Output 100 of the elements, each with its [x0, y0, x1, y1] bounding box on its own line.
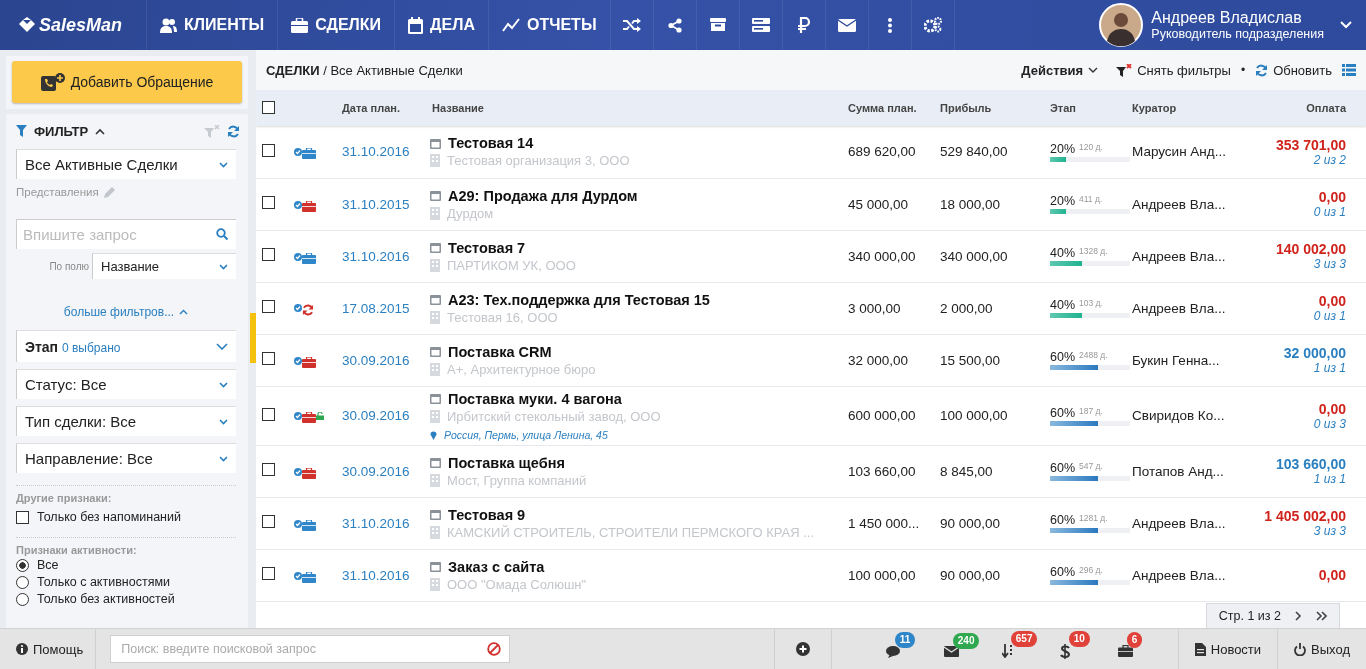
add-icon[interactable] — [795, 642, 810, 656]
column-header[interactable]: Сумма план. — [838, 90, 930, 126]
add-request-button[interactable]: Добавить Обращение — [12, 61, 242, 103]
count-badge: 11 — [894, 631, 916, 648]
calendar-icon — [430, 190, 441, 201]
building-icon — [430, 310, 440, 324]
refresh-icon[interactable] — [227, 124, 240, 138]
chat-icon[interactable] — [885, 644, 901, 658]
row-checkbox[interactable] — [262, 143, 275, 157]
column-header[interactable]: Куратор — [1122, 90, 1240, 126]
filter-select[interactable]: Направление: Все — [16, 443, 236, 473]
section-label: Признаки активности: — [16, 537, 236, 556]
avatar-icon[interactable] — [1099, 3, 1144, 47]
check-icon — [294, 571, 302, 580]
date-link[interactable]: 30.09.2016 — [342, 408, 410, 423]
building-icon — [430, 258, 440, 272]
deal-title[interactable]: А29: Продажа для Дурдом — [448, 187, 638, 204]
chevron-up-icon — [179, 309, 189, 315]
deal-title[interactable]: Тестовая 9 — [448, 506, 526, 523]
clear-icon[interactable] — [487, 642, 502, 656]
date-link[interactable]: 17.08.2015 — [342, 300, 410, 316]
check-icon — [294, 467, 302, 476]
deal-title[interactable]: Тестовая 14 — [448, 135, 534, 152]
date-link[interactable]: 31.10.2016 — [342, 144, 410, 160]
chevron-icon[interactable] — [95, 127, 106, 135]
clear-filters-button[interactable]: Снять фильтры — [1116, 62, 1231, 78]
deal-title[interactable]: Поставка щебня — [448, 454, 565, 471]
date-link[interactable]: 30.09.2016 — [342, 463, 410, 479]
deal-title[interactable]: Тестовая 7 — [448, 239, 526, 256]
building-icon — [430, 473, 440, 487]
next-page-icon[interactable] — [1295, 611, 1302, 621]
radio-option[interactable]: Только с активностями — [16, 574, 248, 590]
count-badge: 6 — [1126, 632, 1143, 648]
row-checkbox[interactable] — [262, 196, 275, 209]
company-name: Дурдом — [447, 205, 494, 221]
chevron-down-icon[interactable] — [1340, 21, 1352, 29]
dollar-icon[interactable] — [1059, 643, 1070, 659]
mail-icon[interactable] — [943, 645, 959, 657]
payment-amount: 0,00 — [1317, 189, 1346, 205]
date-link[interactable]: 31.10.2016 — [342, 248, 410, 264]
filter-select[interactable]: Тип сделки: Все — [16, 406, 236, 436]
news-button[interactable]: Новости — [1177, 629, 1278, 669]
logout-button[interactable]: Выход — [1277, 629, 1366, 669]
payments-count: 0 из 3 — [1312, 416, 1346, 431]
filter-select[interactable]: Статус: Все — [16, 369, 236, 399]
table-cell: Андреев Вла... — [1122, 282, 1240, 334]
building-icon — [430, 577, 440, 591]
deal-title[interactable]: Поставка CRM — [448, 343, 552, 360]
chevron-down-icon — [219, 418, 228, 425]
select-all-checkbox[interactable] — [262, 100, 275, 114]
date-link[interactable]: 31.10.2015 — [342, 196, 410, 212]
last-page-icon[interactable] — [1316, 611, 1327, 621]
days-count: 120 д. — [1079, 141, 1103, 152]
row-checkbox[interactable] — [262, 248, 275, 261]
deal-title[interactable]: Заказ с сайта — [448, 558, 545, 575]
column-header[interactable]: Этап — [1040, 90, 1122, 126]
checkbox-option[interactable]: Только без напоминаний — [16, 509, 248, 525]
scrollbar-thumb[interactable] — [250, 313, 256, 363]
calendar-icon — [430, 509, 441, 520]
date-link[interactable]: 31.10.2016 — [342, 567, 410, 583]
more-filters-link[interactable]: больше фильтров... — [16, 303, 236, 321]
deal-title[interactable]: Поставка муки. 4 вагона — [448, 390, 622, 407]
briefcase-icon[interactable] — [1117, 645, 1133, 657]
stage-select[interactable]: Этап 0 выбрано — [16, 330, 236, 362]
list-view-icon[interactable] — [1342, 64, 1356, 76]
radio-option[interactable]: Только без активностей — [16, 591, 248, 607]
sort-icon[interactable] — [1001, 644, 1015, 658]
payments-count: 2 из 2 — [1313, 152, 1346, 167]
row-checkbox[interactable] — [262, 300, 275, 313]
address: Россия, Пермь, улица Ленина, 45 — [444, 428, 608, 441]
views-select[interactable]: Все Активные Сделки — [16, 149, 236, 179]
row-checkbox[interactable] — [262, 407, 275, 421]
deal-title[interactable]: А23: Тех.поддержка для Тестовая 15 — [448, 291, 710, 308]
row-checkbox[interactable] — [262, 515, 275, 528]
help-button[interactable]: Помощь — [0, 629, 97, 669]
date-link[interactable]: 31.10.2016 — [342, 515, 410, 531]
date-link[interactable]: 30.09.2016 — [342, 352, 410, 368]
radio-option[interactable]: Все — [16, 557, 248, 573]
stage-percent: 60% — [1050, 565, 1076, 579]
column-header[interactable]: Оплата — [1240, 90, 1356, 126]
check-icon — [294, 304, 302, 312]
table-cell: 1 450 000... — [838, 497, 930, 549]
column-header[interactable]: Название — [422, 90, 838, 126]
column-header[interactable]: Дата план. — [332, 90, 422, 126]
building-icon — [430, 362, 440, 376]
field-select[interactable]: Название — [92, 253, 236, 279]
table-cell: Марусин Анд... — [1122, 126, 1240, 178]
field-label: По полю — [49, 260, 89, 272]
refresh-button[interactable]: Обновить — [1255, 62, 1332, 78]
query-field[interactable]: Впишите запрос — [16, 219, 236, 249]
user-name: Андреев Владислав — [1151, 8, 1303, 27]
global-search-field[interactable]: Поиск: введите поисковой запрос — [110, 635, 511, 663]
actions-menu[interactable]: Действия — [1021, 62, 1099, 78]
table-cell: 90 000,00 — [930, 497, 1040, 549]
phone-plus-icon — [40, 73, 65, 91]
row-checkbox[interactable] — [262, 463, 275, 476]
column-header[interactable]: Прибыль — [930, 90, 1040, 126]
refresh-icon — [1255, 63, 1269, 77]
row-checkbox[interactable] — [262, 567, 275, 580]
row-checkbox[interactable] — [262, 352, 275, 365]
